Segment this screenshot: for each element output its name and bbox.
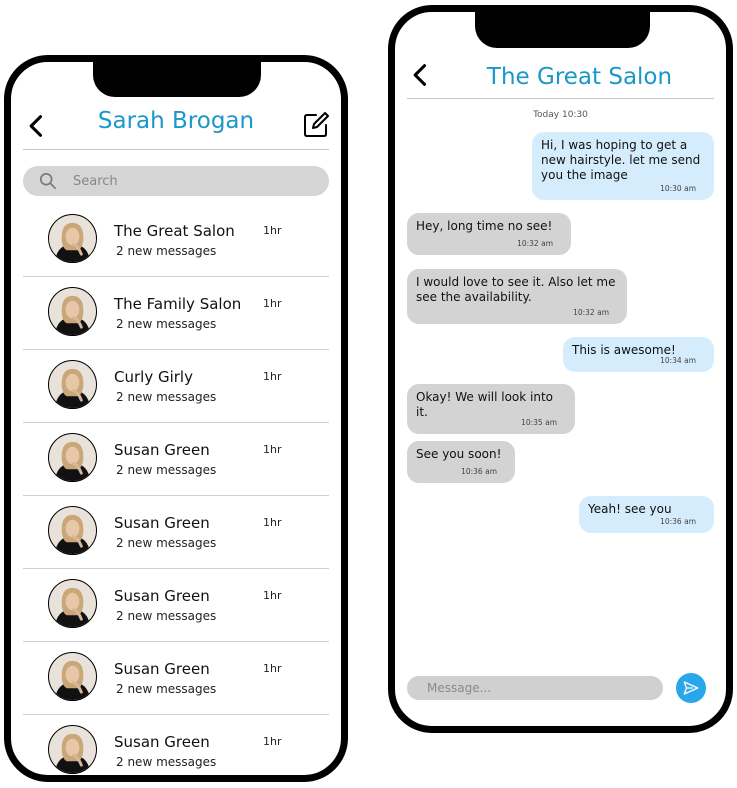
outgoing-message: Yeah! see you 10:36 am [579, 496, 714, 533]
incoming-message: I would love to see it. Also let me see … [407, 269, 627, 324]
avatar [48, 506, 97, 555]
avatar [48, 725, 97, 774]
incoming-message: Hey, long time no see! 10:32 am [407, 213, 571, 255]
conversation-preview: 2 new messages [116, 609, 217, 623]
outgoing-message: This is awesome! 10:34 am [563, 337, 714, 372]
conversation-row[interactable]: Susan Green 2 new messages 1hr [23, 423, 329, 496]
conversation-list: The Great Salon 2 new messages 1hr The Fami… [23, 204, 329, 775]
message-time: 10:35 am [521, 418, 557, 427]
date-separator: Today 10:30 [533, 110, 588, 120]
avatar [48, 360, 97, 409]
page-title: Sarah Brogan [97, 108, 255, 134]
conversation-name: The Family Salon [114, 295, 242, 313]
message-text: I would love to see it. Also let me see … [416, 275, 616, 304]
message-time: 10:36 am [660, 517, 696, 526]
search-icon [39, 172, 57, 190]
conversation-preview: 2 new messages [116, 682, 217, 696]
contacts-phone-frame: Sarah Brogan The Great Salon 2 new messag… [4, 55, 348, 782]
conversation-preview: 2 new messages [116, 244, 217, 258]
conversation-name: Curly Girly [114, 368, 193, 386]
message-text: See you soon! [416, 447, 502, 461]
conversation-row[interactable]: The Great Salon 2 new messages 1hr [23, 204, 329, 277]
avatar [48, 214, 97, 263]
edit-icon[interactable] [301, 110, 331, 140]
conversation-row[interactable]: Susan Green 2 new messages 1hr [23, 715, 329, 775]
conversation-name: Susan Green [114, 587, 210, 605]
incoming-message: See you soon! 10:36 am [407, 441, 515, 483]
message-composer[interactable] [407, 676, 663, 700]
conversation-preview: 2 new messages [116, 536, 217, 550]
conversation-name: The Great Salon [114, 222, 235, 240]
avatar [48, 579, 97, 628]
conversation-row[interactable]: Curly Girly 2 new messages 1hr [23, 350, 329, 423]
conversation-name: Susan Green [114, 660, 210, 678]
conversation-preview: 2 new messages [116, 317, 217, 331]
conversation-name: Susan Green [114, 514, 210, 532]
conversation-name: Susan Green [114, 733, 210, 751]
phone-notch [93, 62, 261, 97]
conversation-name: Susan Green [114, 441, 210, 459]
conversation-row[interactable]: Susan Green 2 new messages 1hr [23, 642, 329, 715]
conversation-time: 1hr [263, 516, 282, 529]
chevron-left-icon[interactable] [407, 61, 435, 89]
search-bar[interactable] [23, 166, 329, 196]
conversation-time: 1hr [263, 224, 282, 237]
conversation-time: 1hr [263, 662, 282, 675]
avatar [48, 287, 97, 336]
conversation-row[interactable]: Susan Green 2 new messages 1hr [23, 496, 329, 569]
message-text: Hi, I was hoping to get a new hairstyle.… [541, 138, 701, 182]
avatar [48, 433, 97, 482]
conversation-preview: 2 new messages [116, 463, 217, 477]
send-icon [683, 681, 699, 695]
header-divider [407, 98, 714, 99]
incoming-message: Okay! We will look into it. 10:35 am [407, 384, 575, 434]
message-text: Hey, long time no see! [416, 219, 553, 233]
chat-title: The Great Salon [486, 64, 673, 90]
conversation-preview: 2 new messages [116, 755, 217, 769]
message-time: 10:36 am [461, 467, 497, 476]
conversation-time: 1hr [263, 589, 282, 602]
conversation-row[interactable]: The Family Salon 2 new messages 1hr [23, 277, 329, 350]
phone-notch [475, 12, 650, 48]
conversation-row[interactable]: Susan Green 2 new messages 1hr [23, 569, 329, 642]
message-time: 10:30 am [660, 184, 696, 193]
avatar [48, 652, 97, 701]
send-button[interactable] [676, 673, 706, 703]
header-divider [23, 149, 329, 150]
conversation-time: 1hr [263, 443, 282, 456]
conversation-time: 1hr [263, 297, 282, 310]
message-time: 10:32 am [517, 239, 553, 248]
message-input[interactable] [425, 680, 629, 696]
conversation-preview: 2 new messages [116, 390, 217, 404]
chat-phone-frame: The Great Salon Today 10:30 Hi, I was ho… [388, 5, 733, 733]
conversation-time: 1hr [263, 735, 282, 748]
message-time: 10:34 am [660, 356, 696, 365]
search-input[interactable] [71, 172, 275, 190]
conversation-time: 1hr [263, 370, 282, 383]
outgoing-message: Hi, I was hoping to get a new hairstyle.… [532, 132, 714, 200]
message-time: 10:32 am [573, 308, 609, 317]
